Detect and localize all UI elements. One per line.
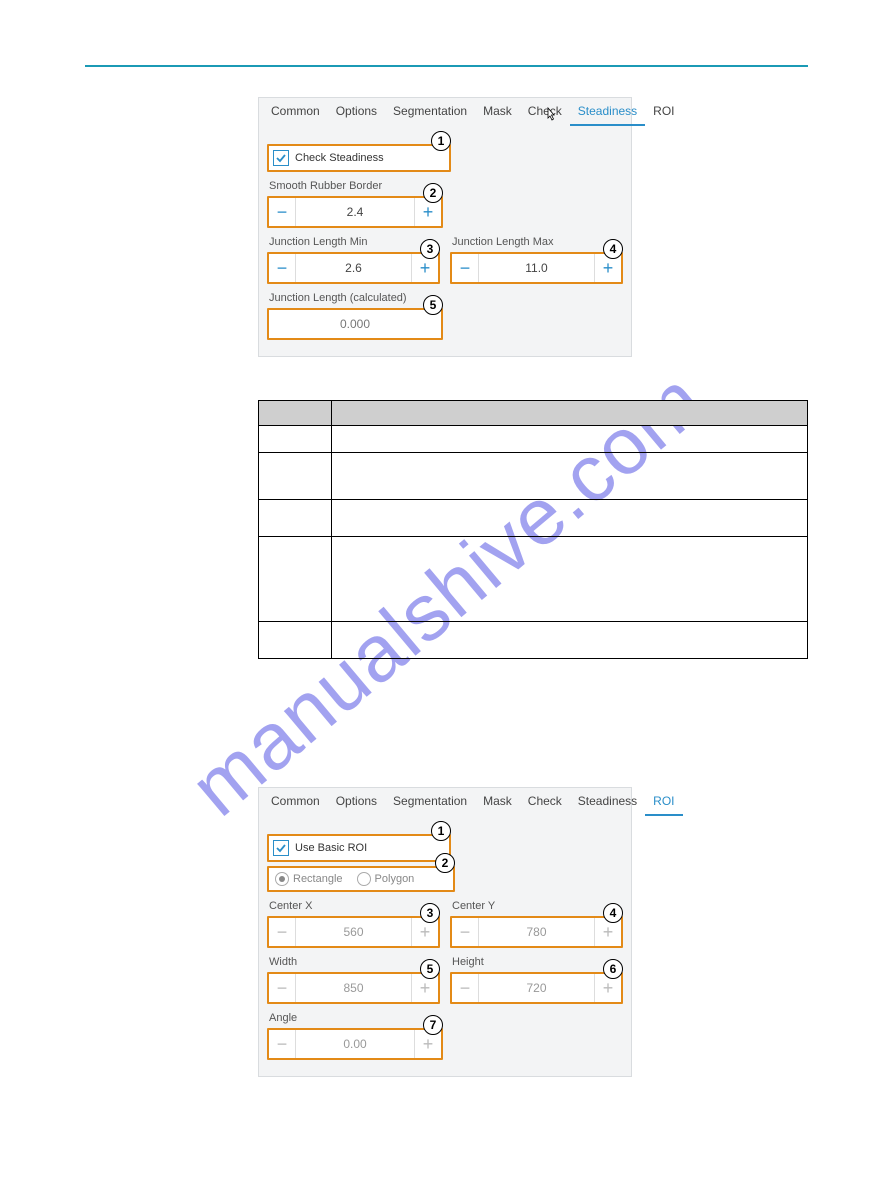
height-stepper[interactable]: − 720 + 6	[450, 972, 623, 1004]
junction-length-calc-label: Junction Length (calculated)	[267, 286, 623, 308]
center-y-value[interactable]: 780	[479, 918, 594, 946]
roi-shape-radio-group[interactable]: Rectangle Polygon 2	[267, 866, 455, 892]
check-steadiness-row[interactable]: Check Steadiness 1	[267, 144, 451, 172]
height-value[interactable]: 720	[479, 974, 594, 1002]
callout-3: 3	[420, 239, 440, 259]
center-y-label: Center Y	[450, 894, 623, 916]
tab-options[interactable]: Options	[328, 100, 385, 126]
tab-roi[interactable]: ROI	[645, 100, 682, 126]
header-rule	[85, 65, 808, 67]
callout-1: 1	[431, 821, 451, 841]
decrement-button[interactable]: −	[452, 974, 479, 1002]
use-basic-roi-label: Use Basic ROI	[295, 842, 367, 854]
steadiness-panel: Common Options Segmentation Mask Check S…	[258, 97, 632, 357]
junction-length-max-value[interactable]: 11.0	[479, 254, 594, 282]
decrement-button[interactable]: −	[269, 198, 296, 226]
callout-4: 4	[603, 239, 623, 259]
tab-roi[interactable]: ROI	[645, 790, 682, 816]
tab-segmentation[interactable]: Segmentation	[385, 790, 475, 816]
tab-options[interactable]: Options	[328, 790, 385, 816]
junction-length-min-value[interactable]: 2.6	[296, 254, 411, 282]
tab-segmentation[interactable]: Segmentation	[385, 100, 475, 126]
tab-steadiness[interactable]: Steadiness	[570, 100, 645, 126]
junction-length-min-stepper[interactable]: − 2.6 + 3	[267, 252, 440, 284]
width-stepper[interactable]: − 850 + 5	[267, 972, 440, 1004]
decrement-button[interactable]: −	[269, 254, 296, 282]
rectangle-radio[interactable]	[275, 872, 289, 886]
decrement-button[interactable]: −	[269, 1030, 296, 1058]
decrement-button[interactable]: −	[269, 974, 296, 1002]
decrement-button[interactable]: −	[452, 918, 479, 946]
description-table	[258, 400, 808, 659]
junction-length-min-label: Junction Length Min	[267, 230, 440, 252]
table-row	[259, 500, 808, 537]
use-basic-roi-row[interactable]: Use Basic ROI 1	[267, 834, 451, 862]
decrement-button[interactable]: −	[269, 918, 296, 946]
use-basic-roi-checkbox[interactable]	[273, 840, 289, 856]
callout-7: 7	[423, 1015, 443, 1035]
callout-5: 5	[420, 959, 440, 979]
tab-bar: Common Options Segmentation Mask Check S…	[259, 98, 631, 126]
table-row	[259, 426, 808, 453]
check-steadiness-label: Check Steadiness	[295, 152, 384, 164]
center-x-value[interactable]: 560	[296, 918, 411, 946]
callout-4: 4	[603, 903, 623, 923]
tab-check[interactable]: Check	[520, 790, 570, 816]
callout-2: 2	[423, 183, 443, 203]
tab-check[interactable]: Check	[520, 100, 570, 126]
smooth-rubber-border-label: Smooth Rubber Border	[267, 174, 623, 196]
decrement-button[interactable]: −	[452, 254, 479, 282]
polygon-radio[interactable]	[357, 872, 371, 886]
tab-common[interactable]: Common	[263, 790, 328, 816]
angle-label: Angle	[267, 1006, 623, 1028]
table-row	[259, 622, 808, 659]
tab-bar: Common Options Segmentation Mask Check S…	[259, 788, 631, 816]
angle-stepper[interactable]: − 0.00 + 7	[267, 1028, 443, 1060]
tab-common[interactable]: Common	[263, 100, 328, 126]
junction-length-max-label: Junction Length Max	[450, 230, 623, 252]
junction-length-max-stepper[interactable]: − 11.0 + 4	[450, 252, 623, 284]
roi-panel: Common Options Segmentation Mask Check S…	[258, 787, 632, 1077]
rectangle-radio-label: Rectangle	[293, 873, 343, 885]
table-row	[259, 453, 808, 500]
check-steadiness-checkbox[interactable]	[273, 150, 289, 166]
width-label: Width	[267, 950, 440, 972]
callout-6: 6	[603, 959, 623, 979]
smooth-rubber-border-stepper[interactable]: − 2.4 + 2	[267, 196, 443, 228]
width-value[interactable]: 850	[296, 974, 411, 1002]
polygon-radio-label: Polygon	[375, 873, 415, 885]
junction-length-calc-field: 0.000 5	[267, 308, 443, 340]
height-label: Height	[450, 950, 623, 972]
tab-mask[interactable]: Mask	[475, 790, 520, 816]
angle-value[interactable]: 0.00	[296, 1030, 414, 1058]
center-x-stepper[interactable]: − 560 + 3	[267, 916, 440, 948]
tab-steadiness[interactable]: Steadiness	[570, 790, 645, 816]
center-y-stepper[interactable]: − 780 + 4	[450, 916, 623, 948]
junction-length-calc-value: 0.000	[340, 317, 370, 331]
callout-2: 2	[435, 853, 455, 873]
center-x-label: Center X	[267, 894, 440, 916]
callout-5: 5	[423, 295, 443, 315]
callout-3: 3	[420, 903, 440, 923]
tab-mask[interactable]: Mask	[475, 100, 520, 126]
smooth-rubber-border-value[interactable]: 2.4	[296, 198, 414, 226]
table-row	[259, 537, 808, 622]
callout-1: 1	[431, 131, 451, 151]
